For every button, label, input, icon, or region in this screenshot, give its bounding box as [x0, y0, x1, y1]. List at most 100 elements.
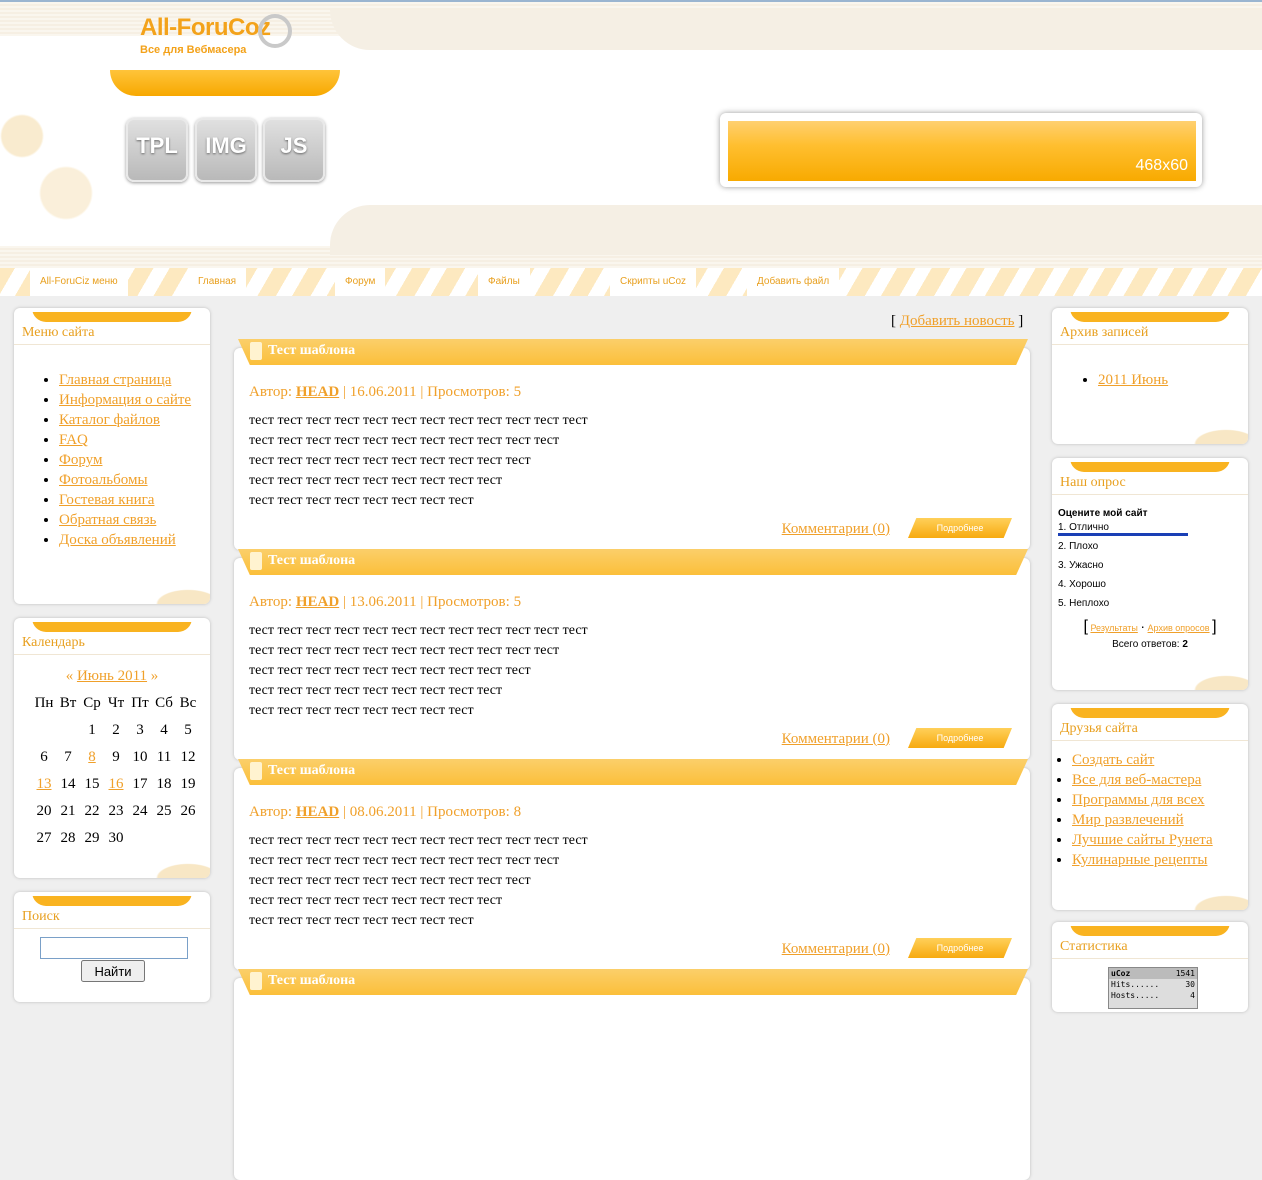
nav-item-scripts[interactable]: Скрипты uCoz [610, 268, 697, 296]
post-title[interactable]: Тест шаблона [268, 553, 355, 569]
menu-link-forum[interactable]: Форум [59, 452, 102, 468]
nav-item-files[interactable]: Файлы [478, 268, 530, 296]
poll-option-label: 1. Отлично [1058, 522, 1109, 533]
post-icon [250, 762, 262, 780]
post-text-line: тест тест тест тест тест тест тест тест … [249, 623, 588, 638]
friends-link[interactable]: Все для веб-мастера [1072, 772, 1201, 788]
img-button[interactable]: IMG [195, 118, 257, 182]
calendar-day-link[interactable]: 16 [109, 776, 124, 792]
more-button[interactable]: Подробнее [908, 518, 1012, 538]
post-icon [250, 552, 262, 570]
search-button[interactable]: Найти [81, 960, 145, 982]
panel-tab [1070, 308, 1230, 322]
site-header: All-ForuCoz Все для Вебмасера TPL IMG JS… [0, 0, 1262, 268]
news-post: Тест шаблона Автор: HEAD | 08.06.2011 | П… [234, 759, 1030, 970]
author-link[interactable]: HEAD [296, 804, 339, 820]
post-meta: Автор: HEAD | 08.06.2011 | Просмотров: 8 [249, 804, 522, 820]
comments-link[interactable]: Комментарии (0) [782, 731, 890, 748]
calendar-next-button[interactable]: » [151, 668, 159, 684]
calendar-prev-button[interactable]: « [66, 668, 74, 684]
stats-panel: Статистика uCoz 1541 Hits...... 30 Hosts..… [1052, 922, 1248, 1012]
calendar-day: 20 [36, 803, 52, 819]
author-link[interactable]: HEAD [296, 384, 339, 400]
nav-item-home[interactable]: Главная [188, 268, 247, 296]
friends-link[interactable]: Программы для всех [1072, 792, 1205, 808]
add-news-link[interactable]: Добавить новость [900, 313, 1015, 329]
author-link[interactable]: HEAD [296, 594, 339, 610]
comments-link[interactable]: Комментарии (0) [782, 941, 890, 958]
more-button[interactable]: Подробнее [908, 938, 1012, 958]
calendar-day: 10 [132, 749, 148, 765]
calendar-month-link[interactable]: Июнь 2011 [77, 668, 147, 684]
js-button[interactable]: JS [263, 118, 325, 182]
menu-link-catalog[interactable]: Каталог файлов [59, 412, 160, 428]
tpl-button[interactable]: TPL [126, 118, 188, 182]
menu-link-guestbook[interactable]: Гостевая книга [59, 492, 154, 508]
calendar-day: 15 [84, 776, 100, 792]
counter-logo: uCoz [1111, 969, 1131, 978]
counter-total: 1541 [1175, 969, 1195, 978]
post-title[interactable]: Тест шаблона [268, 343, 355, 359]
poll-option: 2. Плохо [1058, 541, 1099, 552]
poll-total: Всего ответов: 2 [1052, 639, 1248, 650]
calendar-day: 25 [156, 803, 172, 819]
comments-link[interactable]: Комментарии (0) [782, 521, 890, 538]
calendar-day-link[interactable]: 13 [37, 776, 52, 792]
author-label: Автор: [249, 804, 293, 820]
friends-link[interactable]: Кулинарные рецепты [1072, 852, 1207, 868]
header-curve-bottom [330, 205, 1262, 255]
panel-tab [32, 618, 192, 632]
counter-row: uCoz 1541 [1109, 968, 1197, 979]
panel-title: Архив записей [1060, 325, 1149, 340]
friends-link[interactable]: Создать сайт [1072, 752, 1154, 768]
calendar-day: 17 [132, 776, 148, 792]
poll-result-bar [1058, 533, 1188, 536]
ucoz-counter[interactable]: uCoz 1541 Hits...... 30 Hosts..... 4 [1108, 967, 1198, 1009]
calendar-day: 13 [32, 771, 56, 798]
more-button[interactable]: Подробнее [908, 728, 1012, 748]
post-text-line: тест тест тест тест тест тест тест тест … [249, 893, 503, 908]
poll-links: [ Результаты · Архив опросов ] [1052, 618, 1248, 636]
magnifier-icon [258, 14, 292, 48]
nav-item-add-file[interactable]: Добавить файл [747, 268, 840, 296]
poll-archive-link[interactable]: Архив опросов [1148, 623, 1210, 633]
views-count: 5 [513, 384, 522, 400]
menu-link-board[interactable]: Доска объявлений [59, 532, 176, 548]
calendar-day: 3 [136, 722, 144, 738]
panel-title: Поиск [22, 909, 60, 924]
calendar-day: 8 [80, 744, 104, 771]
nav-item-menu[interactable]: All-ForuCiz меню [30, 268, 128, 296]
menu-item: Каталог файлов [59, 410, 191, 430]
menu-item: Обратная связь [59, 510, 191, 530]
post-text-line: тест тест тест тест тест тест тест тест … [249, 683, 503, 698]
calendar-weekdays: Пн Вт Ср Чт Пт Сб Вс [32, 690, 200, 717]
calendar-day-link[interactable]: 8 [88, 749, 96, 765]
menu-item: Гостевая книга [59, 490, 191, 510]
menu-link-home[interactable]: Главная страница [59, 372, 171, 388]
menu-link-photos[interactable]: Фотоальбомы [59, 472, 148, 488]
archive-link[interactable]: 2011 Июнь [1098, 372, 1168, 388]
calendar-weekday: Вт [59, 695, 77, 711]
friends-link[interactable]: Мир развлечений [1072, 812, 1184, 828]
friends-item: Лучшие сайты Рунета [1072, 830, 1213, 850]
search-input[interactable] [40, 937, 188, 959]
post-body: тест тест тест тест тест тест тест тест … [249, 831, 669, 931]
logo-title[interactable]: All-ForuCoz [140, 14, 271, 42]
calendar-week: 12345 [32, 717, 200, 744]
menu-link-feedback[interactable]: Обратная связь [59, 512, 156, 528]
post-title[interactable]: Тест шаблона [268, 763, 355, 779]
menu-link-info[interactable]: Информация о сайте [59, 392, 191, 408]
calendar-day: 18 [156, 776, 172, 792]
panel-divider [14, 654, 210, 655]
friends-link[interactable]: Лучшие сайты Рунета [1072, 832, 1213, 848]
ad-banner[interactable]: 468x60 [720, 113, 1202, 187]
news-post: Тест шаблона Автор: HEAD | 13.06.2011 | П… [234, 549, 1030, 760]
menu-link-faq[interactable]: FAQ [59, 432, 88, 448]
friends-item: Кулинарные рецепты [1072, 850, 1213, 870]
post-title[interactable]: Тест шаблона [268, 973, 355, 989]
bracket-open: [ [1083, 618, 1088, 635]
poll-results-link[interactable]: Результаты [1090, 623, 1137, 633]
author-label: Автор: [249, 594, 293, 610]
calendar-header: « Июнь 2011 » [14, 668, 210, 685]
nav-item-forum[interactable]: Форум [335, 268, 386, 296]
